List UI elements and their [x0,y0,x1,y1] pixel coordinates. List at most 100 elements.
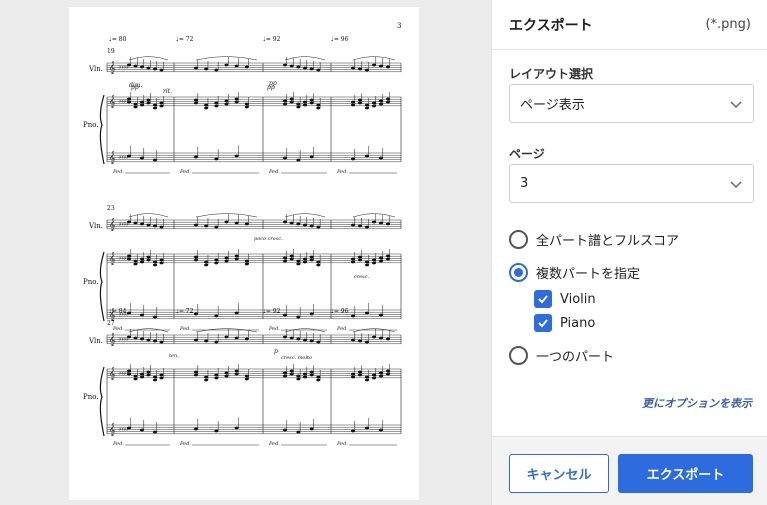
note-head [146,258,151,262]
note-head [234,100,239,104]
note-head [309,101,314,105]
note-head [372,373,376,377]
slur [195,56,258,61]
instrument-label: Vln. [88,337,103,345]
note-head [159,101,164,105]
note-head [358,339,362,343]
note-head [289,97,294,101]
note-head [214,261,219,265]
page-select-value: 3 [520,176,529,191]
note-head [316,225,321,229]
checkbox-checked[interactable] [534,314,552,332]
note-head [358,370,362,374]
pedal-mark: Ped. [112,169,124,175]
radio-button[interactable] [509,230,528,249]
layout-select[interactable]: ページ表示 [509,84,754,123]
checkbox-checked[interactable] [534,290,552,308]
checkbox-piano[interactable]: Piano [534,314,595,332]
note-head [351,314,355,318]
note-head [127,97,131,101]
layout-select-value: ページ表示 [520,98,585,113]
note-head [140,103,144,107]
note-head [234,64,239,68]
note-head [204,224,209,228]
note-head [379,221,383,225]
note-head [224,99,229,103]
note-head [372,258,376,262]
page-select[interactable]: 3 [509,164,754,203]
note-head [386,222,390,226]
note-head [296,374,301,378]
note-head [358,373,362,377]
note-head [127,154,131,158]
note-head [234,311,239,315]
clef: 𝄞 [109,95,116,108]
note-head [204,263,209,267]
expression-marking: pp [267,84,275,91]
note-head [358,255,362,259]
pedal-mark: Ped. [179,441,191,447]
note-head [127,254,131,258]
radio-multiple-parts[interactable]: 複数パートを指定 [509,263,640,282]
note-head [244,374,249,378]
note-head [309,258,314,262]
note-head [234,221,239,225]
more-options-link[interactable]: 更にオプションを表示 [642,395,752,411]
chevron-down-icon [730,101,742,109]
expression-marking: cresc. molto [281,355,312,361]
cancel-button[interactable]: キャンセル [509,454,609,493]
note-head [194,155,198,159]
note-head [194,373,198,377]
note-head [296,158,301,162]
slur [352,213,396,218]
note-head [283,371,287,375]
checkbox-violin[interactable]: Violin [534,290,596,308]
note-head [386,337,390,341]
note-head [133,336,138,340]
note-head [316,68,321,72]
pedal-mark: Ped. [336,326,348,332]
expression-marking: pp [131,84,139,91]
note-head [351,100,355,104]
note-head [309,339,314,343]
note-head [316,378,321,382]
note-head [127,311,131,315]
note-head [296,105,301,109]
note-head [214,429,219,433]
note-head [194,255,198,259]
radio-button[interactable] [509,346,528,365]
note-head [289,257,294,261]
note-head [153,339,157,343]
note-head [244,377,249,381]
note-head [296,65,301,69]
note-head [358,224,362,228]
note-head [127,63,131,67]
note-head [351,257,355,261]
tempo-marking: ♩= 92 [263,308,281,315]
radio-button-selected[interactable] [509,263,528,282]
note-head [365,263,369,267]
expression-marking: ten. [169,353,179,359]
radio-all-parts[interactable]: 全パート譜とフルスコア [509,230,679,249]
note-head [159,104,164,108]
note-head [214,376,219,380]
note-head [140,260,144,264]
note-head [153,378,157,382]
note-head [194,101,198,105]
violin-label: Violin [560,291,596,307]
note-head [133,102,138,106]
note-head [289,336,294,340]
note-head [153,375,157,379]
slur [195,213,258,218]
file-format: (*.png) [705,17,751,32]
note-head [159,225,164,229]
note-head [365,103,369,107]
measure-number: 19 [107,48,115,55]
note-head [365,426,369,430]
tempo-marking: ♩= 96 [331,36,349,43]
export-button[interactable]: エクスポート [618,454,753,493]
radio-single-part[interactable]: 一つのパート [509,346,614,365]
pedal-mark: Ped. [268,326,280,332]
note-head [133,221,138,225]
note-head [309,67,314,71]
